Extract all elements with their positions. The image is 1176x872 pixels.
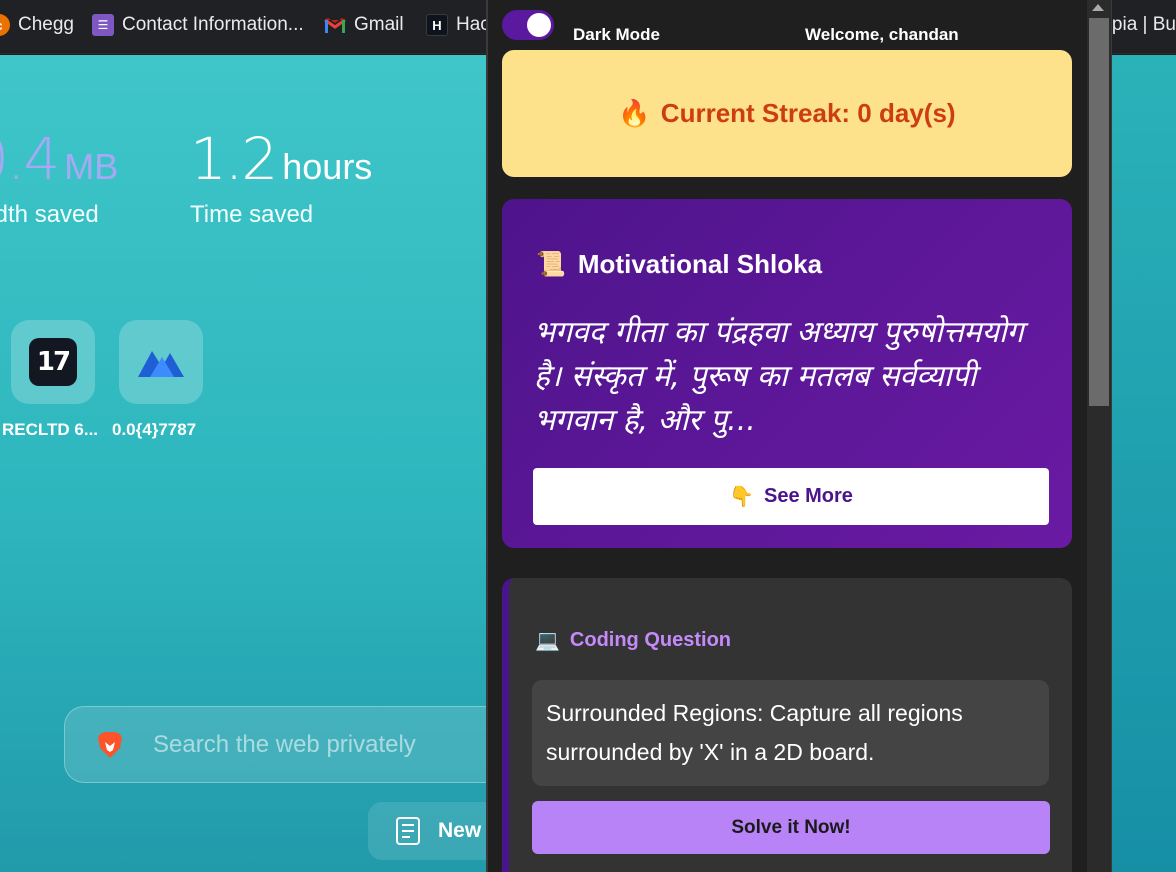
- background-strip: [1112, 55, 1176, 872]
- coding-title: Coding Question: [569, 629, 731, 651]
- search-box[interactable]: Search the web privately: [64, 706, 524, 783]
- bookmark-label: Contact Information...: [122, 14, 304, 35]
- shloka-heading: 📜 Motivational Shloka: [536, 249, 822, 280]
- scroll-icon: 📜: [536, 251, 566, 278]
- bandwidth-unit: MB: [64, 146, 119, 187]
- popup-scrollbar[interactable]: [1087, 0, 1111, 872]
- mexc-icon: [138, 351, 184, 377]
- bookmark-chegg[interactable]: c Chegg: [0, 13, 74, 37]
- bandwidth-label: width saved: [0, 201, 99, 228]
- top-site-label: RECLTD 6...: [2, 420, 99, 439]
- streak-card: 🔥 Current Streak: 0 day(s): [502, 50, 1072, 177]
- bookmark-gmail[interactable]: Gmail: [324, 13, 404, 37]
- bandwidth-value: 0.4: [0, 125, 60, 193]
- gmail-icon: [324, 14, 346, 36]
- news-icon: [396, 817, 420, 845]
- see-more-button[interactable]: 👇 See More: [533, 468, 1049, 525]
- top-site-label: 0.0{4}7787: [112, 420, 197, 439]
- toggle-knob: [527, 13, 551, 37]
- shloka-title: Motivational Shloka: [577, 249, 823, 279]
- bookmark-label: Chegg: [18, 14, 74, 35]
- dark-mode-toggle[interactable]: [502, 10, 554, 40]
- scrollbar-thumb[interactable]: [1089, 18, 1109, 406]
- time-unit: hours: [282, 146, 373, 187]
- time-value: 1.2: [190, 125, 278, 193]
- news-label: New: [438, 819, 482, 842]
- chegg-icon: c: [0, 14, 10, 36]
- coding-question-card: 💻 Coding Question Surrounded Regions: Ca…: [502, 578, 1072, 872]
- bookmark-hackerrank[interactable]: H Hac: [426, 13, 490, 37]
- coding-heading: 💻 Coding Question: [535, 628, 731, 653]
- solve-now-button[interactable]: Solve it Now!: [532, 801, 1050, 854]
- time-saved-stat: 1.2 hours Time saved: [190, 125, 372, 229]
- bookmark-overflow[interactable]: opia | Bu: [1101, 13, 1176, 37]
- tradingview-icon: 17: [29, 338, 77, 386]
- scroll-up-arrow-icon[interactable]: [1092, 4, 1104, 11]
- bandwidth-saved-stat: 0.4MB width saved: [0, 125, 118, 229]
- top-site-mexc[interactable]: [119, 320, 203, 404]
- top-site-tradingview[interactable]: 17: [11, 320, 95, 404]
- brave-lion-icon: [98, 731, 122, 758]
- shloka-text: भगवद गीता का पंद्रहवा अध्याय पुरुषोत्तमय…: [534, 315, 1024, 438]
- forms-icon: ☰: [92, 14, 114, 36]
- bookmark-label: Hac: [456, 14, 490, 35]
- pointing-down-icon: 👇: [729, 486, 754, 508]
- laptop-icon: 💻: [535, 630, 560, 652]
- bookmark-label: opia | Bu: [1101, 14, 1176, 35]
- fire-icon: 🔥: [618, 98, 651, 128]
- search-placeholder: Search the web privately: [153, 730, 416, 758]
- welcome-text: Welcome, chandan: [805, 25, 959, 44]
- bookmark-label: Gmail: [354, 14, 404, 35]
- time-label: Time saved: [190, 201, 314, 228]
- see-more-label: See More: [763, 485, 853, 507]
- hackerrank-icon: H: [426, 14, 448, 36]
- dark-mode-label: Dark Mode: [573, 25, 660, 44]
- coding-question-text: Surrounded Regions: Capture all regions …: [532, 680, 1049, 786]
- bookmark-contact-information[interactable]: ☰ Contact Information...: [92, 13, 304, 37]
- streak-text: Current Streak: 0 day(s): [660, 98, 956, 128]
- shloka-card: 📜 Motivational Shloka भगवद गीता का पंद्र…: [502, 199, 1072, 548]
